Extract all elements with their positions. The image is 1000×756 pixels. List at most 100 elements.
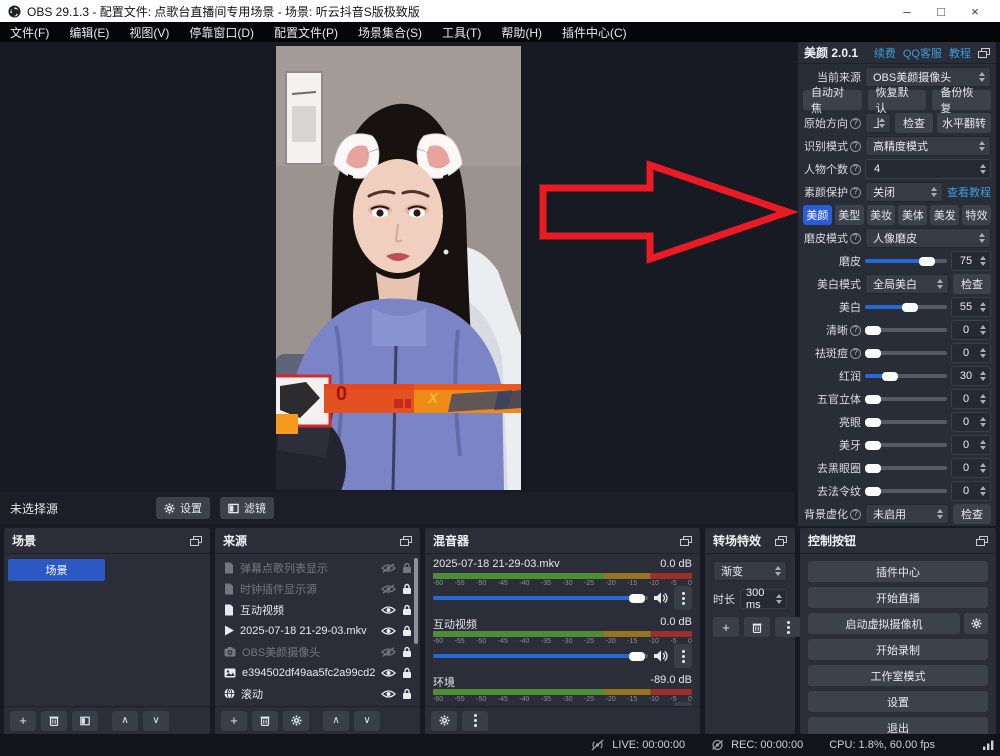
nasolabial-slider[interactable] — [865, 482, 947, 500]
orientation-check-button[interactable]: 检查 — [895, 113, 933, 133]
nasolabial-value-stepper[interactable]: 0 — [951, 481, 991, 501]
speaker-icon[interactable] — [654, 650, 668, 662]
person-count-stepper[interactable]: 4 — [865, 159, 991, 179]
whiten-mode-select[interactable]: 全局美白 — [865, 274, 949, 294]
help-icon[interactable]: ? — [850, 509, 861, 520]
popout-icon[interactable] — [775, 536, 787, 546]
video-preview[interactable]: 0 X — [276, 46, 521, 490]
add-transition-button[interactable]: + — [713, 617, 739, 637]
clarity-slider[interactable] — [865, 321, 947, 339]
volume-fader[interactable] — [433, 705, 648, 706]
visibility-hidden-icon[interactable] — [381, 563, 396, 573]
source-row[interactable]: 时钟插件显示源 — [215, 578, 420, 599]
contour-slider[interactable] — [865, 390, 947, 408]
spinner-arrows-icon[interactable] — [980, 371, 986, 381]
help-icon[interactable]: ? — [850, 325, 861, 336]
spinner-arrows-icon[interactable] — [980, 256, 986, 266]
start-streaming-button[interactable]: 开始直播 — [808, 587, 988, 608]
source-filters-button[interactable]: 滤镜 — [220, 497, 274, 519]
sources-scrollbar[interactable] — [414, 558, 418, 644]
remove-transition-button[interactable] — [744, 617, 770, 637]
source-row[interactable]: 弹幕点歌列表显示 — [215, 557, 420, 578]
blemish-slider[interactable] — [865, 344, 947, 362]
menu-profile[interactable]: 配置文件(P) — [264, 22, 348, 42]
move-scene-down-button[interactable]: ∨ — [143, 711, 169, 731]
popout-icon[interactable] — [190, 536, 202, 546]
spinner-arrows-icon[interactable] — [980, 463, 986, 473]
bg-blur-select[interactable]: 未启用 — [865, 504, 949, 524]
move-scene-up-button[interactable]: ∧ — [112, 711, 138, 731]
menu-tools[interactable]: 工具(T) — [432, 22, 491, 42]
scene-list-item[interactable]: 场景 — [8, 559, 105, 581]
source-row[interactable]: e394502df49aa5fc2a99cd2e7c — [215, 662, 420, 683]
menu-docks[interactable]: 停靠窗口(D) — [179, 22, 264, 42]
close-button[interactable]: × — [958, 0, 992, 22]
view-tutorial-link[interactable]: 查看教程 — [947, 184, 991, 200]
spinner-arrows-icon[interactable] — [776, 594, 782, 604]
source-row[interactable]: OBS美颜摄像头 — [215, 641, 420, 662]
detect-mode-select[interactable]: 高精度模式 — [865, 136, 991, 156]
source-settings-button[interactable]: 设置 — [156, 497, 210, 519]
clarity-value-stepper[interactable]: 0 — [951, 320, 991, 340]
speaker-icon[interactable] — [654, 592, 668, 604]
smooth-value-stepper[interactable]: 75 — [951, 251, 991, 271]
autofocus-button[interactable]: 自动对焦 — [803, 90, 862, 110]
spinner-arrows-icon[interactable] — [980, 486, 986, 496]
popout-icon[interactable] — [680, 536, 692, 546]
tab-makeup[interactable]: 美妆 — [867, 205, 896, 225]
menu-help[interactable]: 帮助(H) — [491, 22, 552, 42]
visibility-visible-icon[interactable] — [381, 689, 396, 699]
bright-eyes-slider[interactable] — [865, 413, 947, 431]
orientation-select[interactable]: 上 — [865, 113, 891, 133]
dark-circles-slider[interactable] — [865, 459, 947, 477]
dark-circles-value-stepper[interactable]: 0 — [951, 458, 991, 478]
lock-icon[interactable] — [402, 646, 412, 658]
help-icon[interactable]: ? — [850, 233, 861, 244]
channel-menu-button[interactable] — [674, 702, 692, 706]
menu-plugin-center[interactable]: 插件中心(C) — [552, 22, 637, 42]
spinner-arrows-icon[interactable] — [980, 440, 986, 450]
source-row[interactable]: 滚动 — [215, 683, 420, 704]
popout-icon[interactable] — [978, 48, 990, 58]
transition-menu-button[interactable] — [775, 617, 801, 637]
volume-fader[interactable] — [433, 647, 648, 665]
volume-fader[interactable] — [433, 589, 648, 607]
start-recording-button[interactable]: 开始录制 — [808, 639, 988, 660]
popout-icon[interactable] — [400, 536, 412, 546]
visibility-visible-icon[interactable] — [381, 605, 396, 615]
spinner-arrows-icon[interactable] — [980, 164, 986, 174]
lock-icon[interactable] — [402, 562, 412, 574]
visibility-visible-icon[interactable] — [381, 626, 396, 636]
help-icon[interactable]: ? — [850, 348, 861, 359]
visibility-hidden-icon[interactable] — [381, 647, 396, 657]
smooth-slider[interactable] — [865, 252, 947, 270]
maximize-button[interactable]: □ — [924, 0, 958, 22]
tab-reshape[interactable]: 美型 — [835, 205, 864, 225]
source-row[interactable]: 互动视频 — [215, 599, 420, 620]
whiten-value-stepper[interactable]: 55 — [951, 297, 991, 317]
lock-icon[interactable] — [402, 688, 412, 700]
help-icon[interactable]: ? — [850, 141, 861, 152]
tab-beauty[interactable]: 美颜 — [803, 205, 832, 225]
teeth-value-stepper[interactable]: 0 — [951, 435, 991, 455]
start-virtual-camera-button[interactable]: 启动虚拟摄像机 — [808, 613, 960, 634]
contour-value-stepper[interactable]: 0 — [951, 389, 991, 409]
rosy-value-stepper[interactable]: 30 — [951, 366, 991, 386]
backup-restore-button[interactable]: 备份恢复 — [932, 90, 991, 110]
whiten-check-button[interactable]: 检查 — [953, 274, 991, 294]
minimize-button[interactable]: – — [890, 0, 924, 22]
move-source-up-button[interactable]: ∧ — [323, 711, 349, 731]
tutorial-link[interactable]: 教程 — [949, 45, 971, 61]
renew-link[interactable]: 续费 — [874, 45, 896, 61]
channel-menu-button[interactable] — [674, 644, 692, 668]
blemish-value-stepper[interactable]: 0 — [951, 343, 991, 363]
bg-blur-check-button[interactable]: 检查 — [953, 504, 991, 524]
visibility-visible-icon[interactable] — [381, 668, 396, 678]
spinner-arrows-icon[interactable] — [980, 325, 986, 335]
source-row[interactable]: 2025-07-18 21-29-03.mkv — [215, 620, 420, 641]
duration-stepper[interactable]: 300 ms — [740, 589, 787, 609]
horizontal-flip-button[interactable]: 水平翻转 — [937, 113, 991, 133]
move-source-down-button[interactable]: ∨ — [354, 711, 380, 731]
spinner-arrows-icon[interactable] — [980, 417, 986, 427]
source-properties-button[interactable] — [283, 711, 309, 731]
